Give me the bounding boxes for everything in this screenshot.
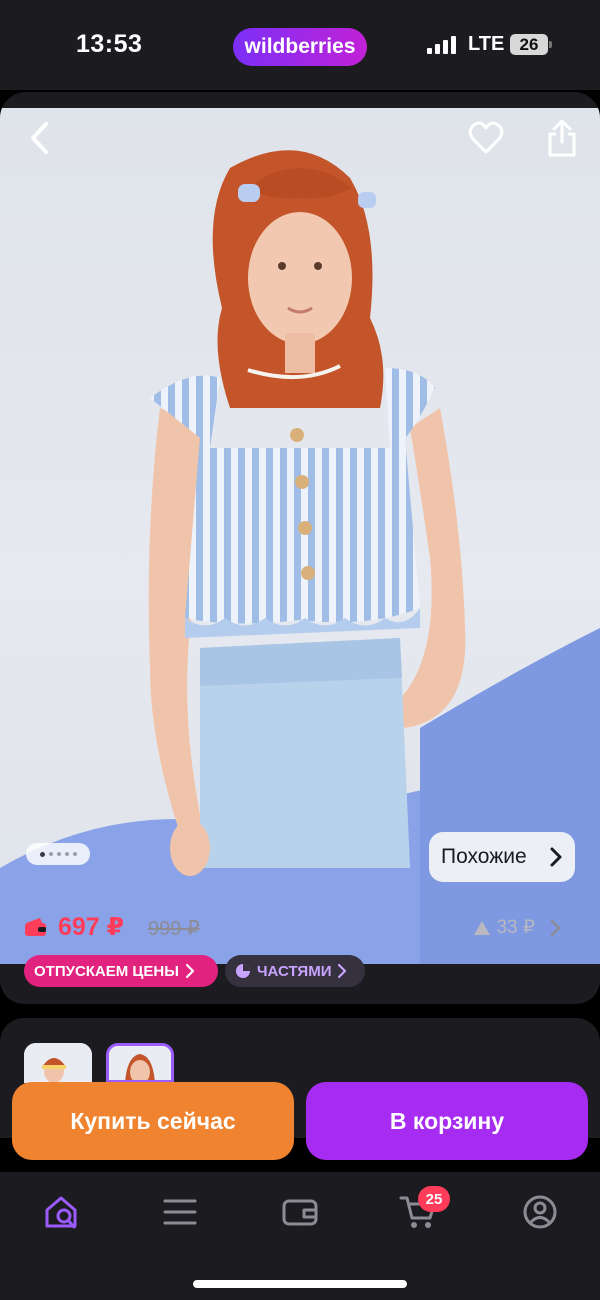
battery-icon: 26 (510, 34, 548, 55)
status-bar: 13:53 wildberries LTE 26 (0, 0, 600, 90)
variant-thumbnail-image (109, 1046, 171, 1080)
variant-thumbnail-selected[interactable] (106, 1043, 174, 1083)
cart-badge: 25 (418, 1186, 450, 1212)
price-difference-value: 33 ₽ (496, 917, 535, 938)
gallery-dot (64, 852, 69, 856)
pie-icon (236, 964, 250, 978)
chip-installments[interactable]: ЧАСТЯМИ (225, 955, 365, 987)
wallet-icon (25, 918, 46, 936)
gallery-dot-active (39, 851, 45, 857)
gallery-dot (72, 852, 77, 856)
similar-items-button[interactable]: Похожие (429, 832, 575, 882)
wallet-icon (282, 1199, 318, 1226)
chip-installments-label: ЧАСТЯМИ (257, 962, 332, 980)
tab-catalog[interactable] (160, 1190, 200, 1234)
home-indicator (193, 1280, 407, 1288)
signal-strength-icon (427, 36, 457, 54)
status-time: 13:53 (76, 30, 143, 58)
heart-icon (468, 121, 504, 154)
product-photo[interactable]: Похожие (0, 108, 600, 964)
chip-price-drop[interactable]: ОТПУСКАЕМ ЦЕНЫ (24, 955, 218, 987)
product-sheet: Похожие 697 ₽ 999 ₽ 33 ₽ ОТПУСКАЕМ ЦЕНЫ (0, 92, 600, 1004)
tab-profile[interactable] (520, 1190, 560, 1234)
brand-logo: wildberries (233, 28, 367, 66)
chevron-right-icon (338, 963, 347, 979)
share-button[interactable] (542, 116, 582, 160)
gallery-dot (56, 852, 61, 856)
favorite-button[interactable] (466, 118, 506, 158)
similar-items-label: Похожие (441, 845, 527, 868)
gallery-pagination (26, 843, 90, 865)
profile-icon (523, 1195, 557, 1229)
tab-home[interactable] (41, 1190, 81, 1234)
share-icon (548, 119, 576, 157)
variant-thumbnail-image (24, 1043, 92, 1083)
price-row[interactable]: 697 ₽ 999 ₽ 33 ₽ (24, 910, 576, 946)
network-type: LTE (468, 33, 505, 55)
back-button[interactable] (22, 120, 58, 156)
chevron-right-icon (185, 963, 195, 979)
triangle-up-icon (474, 920, 491, 935)
price-current: 697 ₽ (58, 913, 125, 941)
chevron-right-icon (550, 847, 562, 867)
variant-thumbnail[interactable] (24, 1043, 92, 1083)
tab-bar: 25 (0, 1172, 600, 1300)
chevron-right-icon (550, 919, 561, 936)
chevron-left-icon (31, 122, 48, 154)
gallery-dot (48, 852, 53, 856)
price-old: 999 ₽ (148, 918, 200, 940)
home-search-icon (45, 1196, 77, 1229)
add-to-cart-button[interactable]: В корзину (306, 1082, 588, 1160)
chip-price-drop-label: ОТПУСКАЕМ ЦЕНЫ (34, 962, 179, 980)
catalog-menu-icon (163, 1199, 197, 1225)
buy-now-button[interactable]: Купить сейчас (12, 1082, 294, 1160)
price-difference[interactable]: 33 ₽ (473, 916, 562, 939)
tab-wallet[interactable] (280, 1190, 320, 1234)
battery-tip (549, 41, 552, 48)
